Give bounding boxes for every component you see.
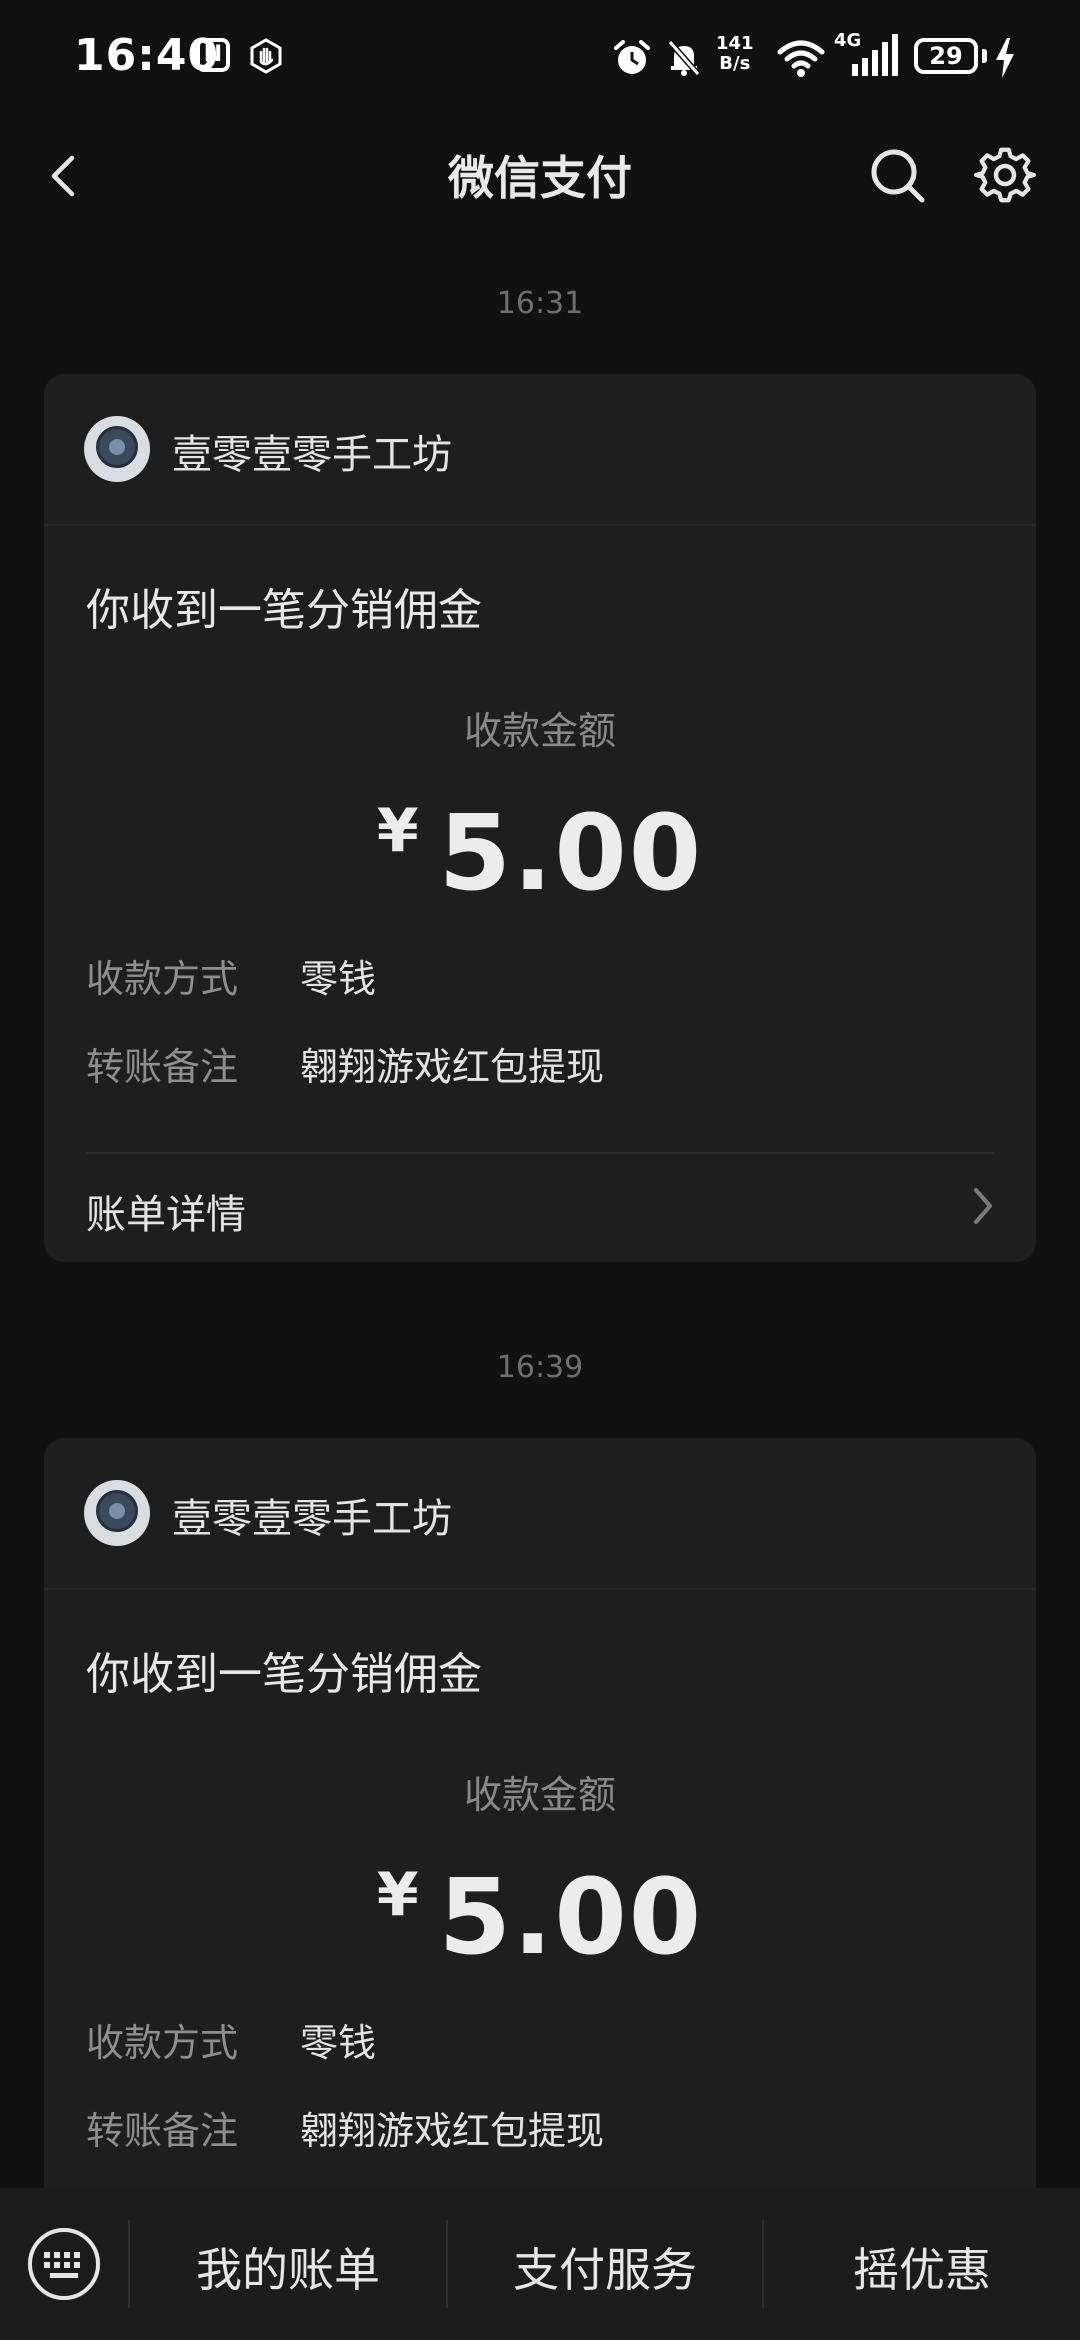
top-bar: 微信支付 [0, 120, 1080, 230]
nfc-icon: N [196, 38, 230, 72]
note-label: 转账备注 [86, 2109, 239, 2153]
menu-my-bills[interactable]: 我的账单 [130, 2234, 446, 2300]
note-label: 转账备注 [86, 1045, 239, 1089]
hand-gesture-icon [250, 38, 282, 74]
battery-tip [982, 49, 987, 63]
card-title: 你收到一笔分销佣金 [86, 585, 482, 636]
payment-card[interactable]: 壹零壹零手工坊 你收到一笔分销佣金 收款金额 ¥5.00 收款方式 零钱 转账备… [44, 1438, 1036, 2238]
keyboard-icon[interactable] [26, 2226, 102, 2302]
card-header[interactable]: 壹零壹零手工坊 [44, 374, 1036, 526]
shop-avatar[interactable] [84, 416, 150, 482]
method-value: 零钱 [300, 2021, 377, 2065]
battery-icon: 29 [914, 38, 978, 74]
net-speed-value: 141 [716, 33, 754, 54]
amount: ¥5.00 [44, 792, 1036, 914]
message-time: 16:39 [496, 1350, 584, 1385]
card-title: 你收到一笔分销佣金 [86, 1649, 482, 1700]
message-time: 16:31 [496, 286, 584, 321]
method-label: 收款方式 [86, 957, 239, 1001]
chevron-right-icon[interactable] [964, 1184, 1000, 1228]
card-header[interactable]: 壹零壹零手工坊 [44, 1438, 1036, 1590]
shop-name: 壹零壹零手工坊 [172, 432, 452, 478]
wifi-icon [777, 40, 825, 77]
net-speed-unit: B/s [719, 53, 751, 74]
bottom-menu-bar: 我的账单 支付服务 摇优惠 [0, 2188, 1080, 2340]
alarm-icon [614, 40, 650, 74]
net-speed: 141 B/s [716, 34, 754, 74]
amount-value: 5.00 [438, 792, 704, 914]
note-value: 翱翔游戏红包提现 [300, 1045, 605, 1089]
currency-symbol: ¥ [376, 1860, 419, 1930]
charging-icon [996, 38, 1014, 78]
amount-label: 收款金额 [463, 1773, 616, 1817]
menu-shake-offers[interactable]: 摇优惠 [764, 2234, 1080, 2300]
gear-icon[interactable] [974, 144, 1036, 206]
bill-detail-link[interactable]: 账单详情 [86, 1182, 246, 1240]
note-value: 翱翔游戏红包提现 [300, 2109, 605, 2153]
camera-lens-icon [96, 426, 138, 468]
status-bar: 16:40 N 141 B/s 4G 29 [0, 0, 1080, 120]
method-value: 零钱 [300, 957, 377, 1001]
divider [86, 1152, 994, 1154]
camera-lens-icon [96, 1490, 138, 1532]
amount-value: 5.00 [438, 1856, 704, 1978]
amount: ¥5.00 [44, 1856, 1036, 1978]
amount-label: 收款金额 [463, 709, 616, 753]
menu-payment-services[interactable]: 支付服务 [448, 2234, 762, 2300]
shop-avatar[interactable] [84, 1480, 150, 1546]
currency-symbol: ¥ [376, 796, 419, 866]
payment-card[interactable]: 壹零壹零手工坊 你收到一笔分销佣金 收款金额 ¥5.00 收款方式 零钱 转账备… [44, 374, 1036, 1262]
signal-icon: 4G [834, 30, 900, 80]
shop-name: 壹零壹零手工坊 [172, 1496, 452, 1542]
method-label: 收款方式 [86, 2021, 239, 2065]
mute-bell-icon [667, 40, 701, 76]
search-icon[interactable] [866, 144, 928, 206]
